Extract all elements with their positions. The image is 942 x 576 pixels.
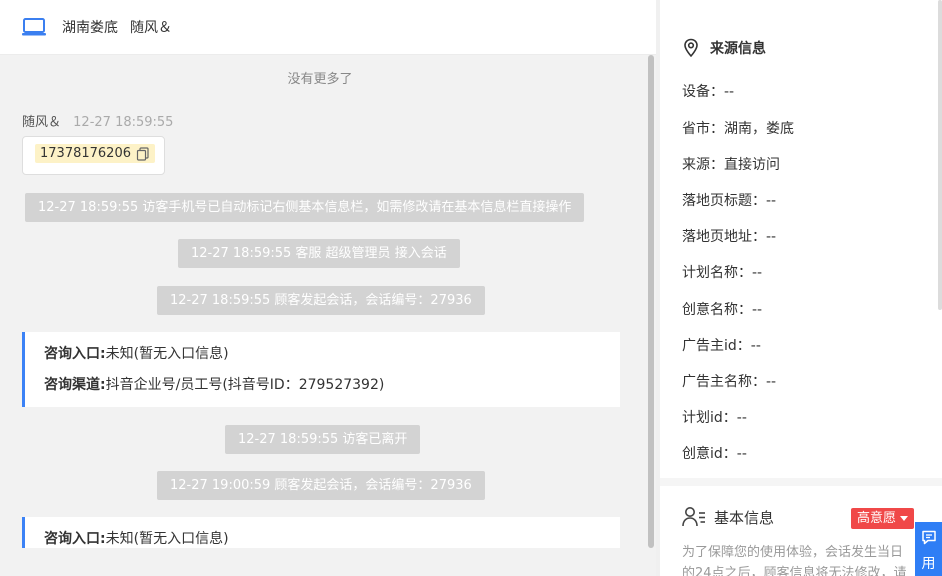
source-row-landing-title: 落地页标题：--	[682, 193, 777, 209]
basic-info-notice: 为了保障您的使用体验，会话发生当日的24点之后，顾客信息将无法修改，请	[682, 545, 907, 576]
message-bubble: 17378176206	[22, 136, 165, 175]
no-more-text: 没有更多了	[287, 72, 353, 87]
consult-channel-label: 咨询渠道:	[44, 377, 106, 393]
caret-down-icon	[900, 516, 909, 521]
consult-entry-value: 未知(暂无入口信息)	[105, 531, 229, 547]
intent-level-label: 高意愿	[857, 511, 897, 526]
phone-number: 17378176206	[40, 146, 131, 161]
consult-entry-label: 咨询入口:	[44, 346, 106, 362]
consult-entry-label: 咨询入口:	[44, 531, 106, 547]
source-info-title-text: 来源信息	[710, 41, 766, 57]
system-message: 12-27 18:59:55 客服 超级管理员 接入会话	[178, 239, 460, 268]
message-meta: 随风＆ 12-27 18:59:55	[22, 111, 173, 130]
system-message: 12-27 19:00:59 顾客发起会话，会话编号：27936	[157, 471, 485, 500]
source-row-advertiser-name: 广告主名称：--	[682, 374, 777, 390]
source-row-advertiser-id: 广告主id：--	[682, 338, 761, 354]
consult-entry-line: 咨询入口:未知(暂无入口信息)	[44, 343, 620, 374]
floating-button-label: 用	[921, 556, 936, 572]
section-separator	[660, 478, 942, 486]
visitor-name: 随风＆	[130, 20, 172, 36]
basic-info-title: 基本信息	[682, 506, 774, 528]
consult-entry-value: 未知(暂无入口信息)	[105, 346, 229, 362]
system-message: 12-27 18:59:55 访客手机号已自动标记右侧基本信息栏，如需修改请在基…	[25, 193, 585, 222]
consult-channel-line: 咨询渠道:抖音企业号/员工号(抖音号ID：279527392)	[44, 374, 620, 405]
consult-entry-line: 咨询入口:未知(暂无入口信息)	[44, 528, 620, 548]
message-sender: 随风＆	[22, 115, 62, 130]
chat-bubble-icon	[921, 530, 937, 549]
chat-panel: 湖南娄底 随风＆ 没有更多了 随风＆ 12-27 18:59:55 173781…	[0, 0, 656, 576]
intent-level-dropdown[interactable]: 高意愿	[851, 508, 915, 529]
location-pin-icon	[682, 38, 700, 58]
phone-number-chip[interactable]: 17378176206	[35, 144, 155, 163]
chat-message-list[interactable]: 没有更多了 随风＆ 12-27 18:59:55 17378176206 12-…	[0, 55, 646, 548]
floating-action-button[interactable]: 用	[915, 522, 942, 576]
chat-input-area[interactable]	[0, 548, 656, 576]
source-row-creative-name: 创意名称：--	[682, 302, 763, 318]
source-row-plan-name: 计划名称：--	[682, 265, 763, 281]
source-row-creative-id: 创意id：--	[682, 446, 747, 462]
consult-info-card: 咨询入口:未知(暂无入口信息)	[22, 517, 620, 548]
user-profile-icon	[682, 506, 706, 528]
source-row-source: 来源：直接访问	[682, 157, 780, 173]
chat-header: 湖南娄底 随风＆	[0, 0, 656, 55]
system-message: 12-27 18:59:55 访客已离开	[225, 425, 421, 454]
consult-channel-value: 抖音企业号/员工号(抖音号ID：279527392)	[105, 377, 385, 393]
source-row-landing-url: 落地页地址：--	[682, 229, 777, 245]
source-info-title: 来源信息	[682, 38, 766, 58]
visitor-info-panel: 来源信息 设备：-- 省市：湖南，娄底 来源：直接访问 落地页标题：-- 落地页…	[660, 0, 942, 576]
info-panel-scrollbar[interactable]	[938, 0, 942, 310]
source-row-region: 省市：湖南，娄底	[682, 121, 794, 137]
source-row-device: 设备：--	[682, 84, 735, 100]
laptop-icon	[20, 16, 48, 38]
source-row-plan-id: 计划id：--	[682, 410, 747, 426]
visitor-location: 湖南娄底	[62, 20, 118, 36]
message-time: 12-27 18:59:55	[73, 115, 174, 130]
chat-scrollbar-thumb[interactable]	[648, 55, 654, 548]
basic-info-title-text: 基本信息	[714, 508, 775, 527]
copy-icon[interactable]	[136, 146, 150, 161]
chat-scrollbar[interactable]	[646, 55, 656, 548]
consult-info-card: 咨询入口:未知(暂无入口信息) 咨询渠道:抖音企业号/员工号(抖音号ID：279…	[22, 332, 620, 407]
system-message: 12-27 18:59:55 顾客发起会话，会话编号：27936	[157, 286, 485, 315]
